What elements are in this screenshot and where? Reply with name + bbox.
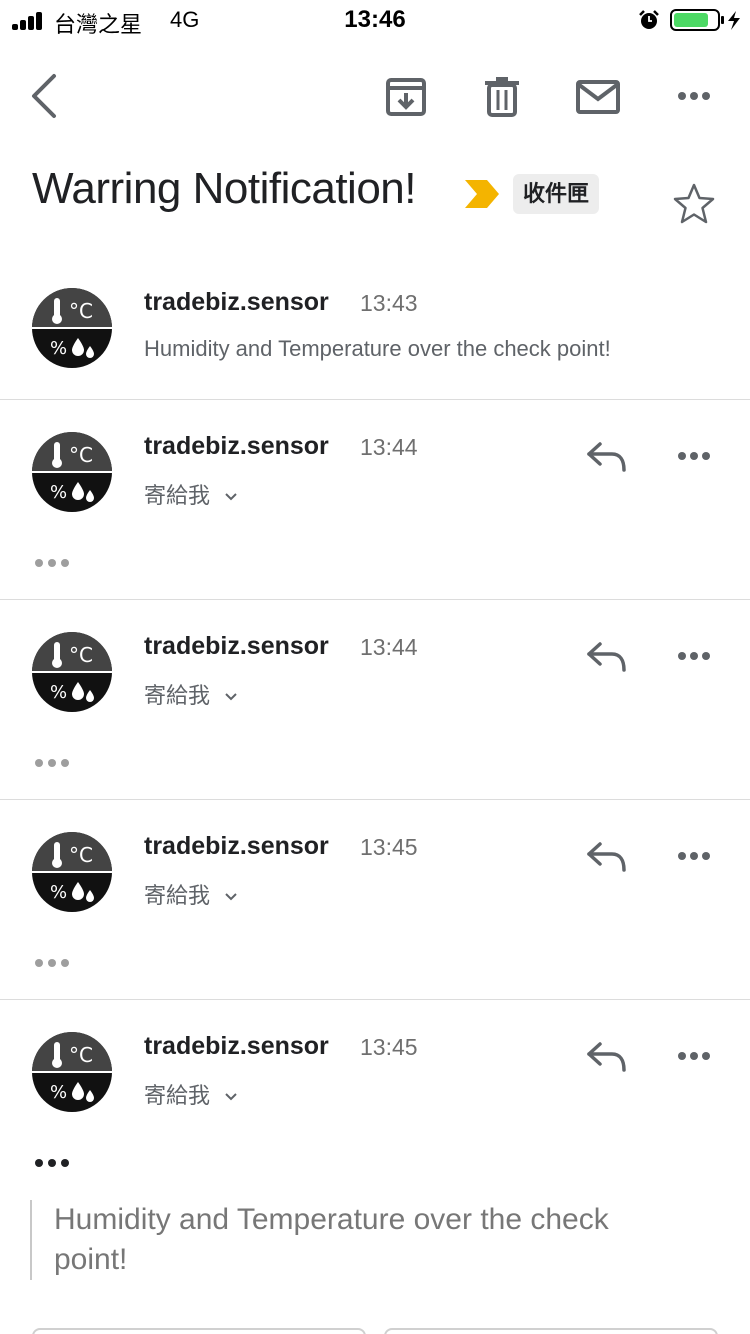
trash-icon[interactable] — [480, 74, 524, 118]
signal-strength-icon — [12, 12, 46, 30]
thread-subject: Warring Notification! — [32, 164, 417, 213]
message-time: 13:44 — [360, 634, 418, 660]
more-horizontal-icon[interactable] — [674, 450, 714, 462]
envelope-icon[interactable] — [574, 74, 622, 118]
svg-text:°C: °C — [69, 643, 93, 667]
chevron-down-icon — [225, 493, 237, 501]
svg-text:°C: °C — [69, 299, 93, 323]
carrier-name: 台灣之星 — [54, 12, 143, 37]
recipient-label: 寄給我 — [144, 1083, 211, 1108]
svg-text:%: % — [50, 1082, 67, 1103]
recipient-label: 寄給我 — [144, 683, 211, 708]
network-type: 4G — [170, 7, 200, 32]
message-item[interactable]: °C % tradebiz.sensor 13:43 Humidity and … — [0, 270, 750, 400]
reply-icon[interactable] — [584, 638, 628, 674]
chevron-left-icon[interactable] — [24, 70, 64, 122]
message-item[interactable]: °C % tradebiz.sensor 13:45 寄給我 — [0, 800, 750, 1000]
show-trimmed-content-icon[interactable] — [34, 758, 70, 768]
sender-name: tradebiz.sensor — [144, 432, 329, 460]
inbox-label-chip[interactable]: 收件匣 — [513, 174, 600, 214]
chevron-down-icon — [225, 893, 237, 901]
reply-action-button[interactable] — [32, 1328, 366, 1334]
sender-name: tradebiz.sensor — [144, 1032, 329, 1060]
sensor-avatar-icon: °C % — [32, 432, 112, 512]
message-item[interactable]: °C % tradebiz.sensor 13:44 寄給我 — [0, 400, 750, 600]
svg-text:°C: °C — [69, 843, 93, 867]
recipient-label: 寄給我 — [144, 883, 211, 908]
forward-action-button[interactable] — [384, 1328, 718, 1334]
message-snippet: Humidity and Temperature over the check … — [144, 336, 611, 361]
reply-icon[interactable] — [584, 438, 628, 474]
recipient-label: 寄給我 — [144, 483, 211, 508]
archive-icon[interactable] — [384, 74, 428, 118]
more-horizontal-icon[interactable] — [674, 650, 714, 662]
reply-icon[interactable] — [584, 838, 628, 874]
more-horizontal-icon[interactable] — [674, 1050, 714, 1062]
message-item[interactable]: °C % tradebiz.sensor 13:44 寄給我 — [0, 600, 750, 800]
svg-text:%: % — [50, 882, 67, 903]
more-horizontal-icon[interactable] — [674, 850, 714, 862]
sensor-avatar-icon: °C % — [32, 1032, 112, 1112]
message-item[interactable]: °C % tradebiz.sensor 13:45 寄給我 — [0, 1000, 750, 1140]
recipient-toggle[interactable]: 寄給我 — [144, 878, 238, 910]
sensor-avatar-icon: °C % — [32, 632, 112, 712]
recipient-toggle[interactable]: 寄給我 — [144, 478, 238, 510]
reply-icon[interactable] — [584, 1038, 628, 1074]
message-time: 13:44 — [360, 434, 418, 460]
svg-text:°C: °C — [69, 443, 93, 467]
svg-text:%: % — [50, 338, 67, 359]
message-time: 13:45 — [360, 834, 418, 860]
sender-name: tradebiz.sensor — [144, 288, 329, 316]
status-bar: 台灣之星 4G 13:46 — [0, 0, 750, 40]
quoted-message-body: Humidity and Temperature over the check … — [30, 1200, 690, 1280]
message-time: 13:45 — [360, 1034, 418, 1060]
svg-text:%: % — [50, 482, 67, 503]
star-icon[interactable] — [672, 182, 716, 226]
show-trimmed-content-icon[interactable] — [34, 958, 70, 968]
chevron-down-icon — [225, 1093, 237, 1101]
battery-icon — [670, 9, 740, 31]
sensor-avatar-icon: °C % — [32, 832, 112, 912]
sender-name: tradebiz.sensor — [144, 832, 329, 860]
show-trimmed-content-icon[interactable] — [34, 1158, 70, 1168]
chevron-down-icon — [225, 693, 237, 701]
more-horizontal-icon[interactable] — [670, 86, 718, 106]
sender-name: tradebiz.sensor — [144, 632, 329, 660]
show-trimmed-content-icon[interactable] — [34, 558, 70, 568]
sensor-avatar-icon: °C % — [32, 288, 112, 368]
recipient-toggle[interactable]: 寄給我 — [144, 678, 238, 710]
svg-text:%: % — [50, 682, 67, 703]
recipient-toggle[interactable]: 寄給我 — [144, 1078, 238, 1110]
important-marker-icon[interactable] — [463, 178, 501, 210]
alarm-clock-icon — [639, 10, 659, 29]
message-time: 13:43 — [360, 290, 418, 316]
svg-text:°C: °C — [69, 1043, 93, 1067]
